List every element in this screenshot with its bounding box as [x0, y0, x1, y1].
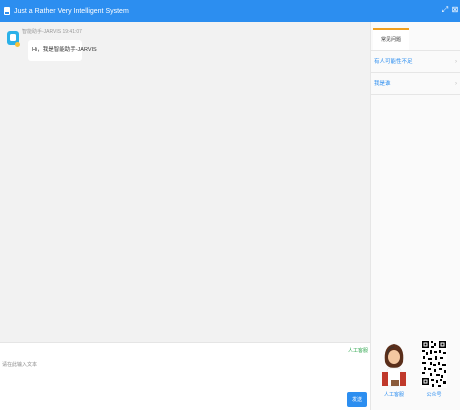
- message-time: 19:41:07: [62, 29, 82, 35]
- faq-item[interactable]: 我是谁 ›: [371, 73, 460, 95]
- chevron-right-icon: ›: [455, 59, 457, 65]
- fullscreen-icon[interactable]: ⤢: [441, 5, 449, 15]
- title-bar: Just a Rather Very Intelligent System ⤢ …: [0, 0, 460, 22]
- message-sender: 智能助手-JARVIS: [22, 29, 62, 35]
- bot-avatar-icon: [7, 31, 20, 47]
- send-button[interactable]: 发送: [347, 392, 367, 407]
- chevron-right-icon: ›: [455, 81, 457, 87]
- chat-area: 智能助手-JARVIS 19:41:07 Hi，我是智能助手-JARVIS: [0, 22, 370, 342]
- qr-code-icon[interactable]: [421, 340, 447, 388]
- close-icon[interactable]: ⊠: [451, 5, 459, 15]
- faq-item[interactable]: 有人可能性不足 ›: [371, 51, 460, 73]
- right-sidebar: 常见问题 有人可能性不足 › 我是谁 › 人工客服 公众号: [370, 22, 460, 410]
- human-service-label[interactable]: 人工客服: [377, 391, 411, 398]
- app-icon: [4, 7, 10, 15]
- qr-code-label[interactable]: 公众号: [420, 391, 448, 398]
- human-service-link[interactable]: 人工客服: [348, 347, 368, 354]
- input-area: 人工客服 请在此输入文本 发送: [0, 342, 370, 410]
- message-input[interactable]: 请在此输入文本: [2, 361, 37, 368]
- message-meta: 智能助手-JARVIS 19:41:07: [22, 28, 82, 35]
- message-bubble: Hi，我是智能助手-JARVIS: [28, 40, 97, 61]
- customer-service-agent-icon[interactable]: [379, 340, 409, 388]
- faq-item-label: 有人可能性不足: [374, 59, 413, 65]
- window-title: Just a Rather Very Intelligent System: [14, 7, 129, 15]
- faq-item-label: 我是谁: [374, 81, 391, 87]
- tab-faq[interactable]: 常见问题: [373, 28, 409, 50]
